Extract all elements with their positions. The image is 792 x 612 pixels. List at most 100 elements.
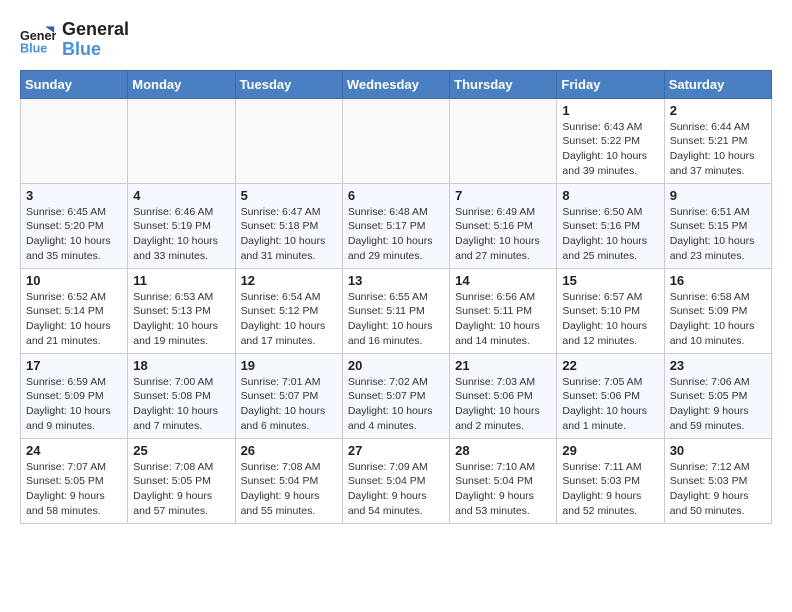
day-info: Sunrise: 7:00 AMSunset: 5:08 PMDaylight:… bbox=[133, 375, 229, 434]
calendar-cell: 13 Sunrise: 6:55 AMSunset: 5:11 PMDayligh… bbox=[342, 268, 449, 353]
calendar-cell: 22 Sunrise: 7:05 AMSunset: 5:06 PMDayligh… bbox=[557, 353, 664, 438]
day-info: Sunrise: 6:48 AMSunset: 5:17 PMDaylight:… bbox=[348, 205, 444, 264]
calendar-cell: 8Sunrise: 6:50 AMSunset: 5:16 PMDaylight… bbox=[557, 183, 664, 268]
day-info: Sunrise: 6:54 AMSunset: 5:12 PMDaylight:… bbox=[241, 290, 337, 349]
day-number: 9 bbox=[670, 188, 766, 203]
calendar-cell: 23 Sunrise: 7:06 AMSunset: 5:05 PMDayligh… bbox=[664, 353, 771, 438]
day-info: Sunrise: 6:47 AMSunset: 5:18 PMDaylight:… bbox=[241, 205, 337, 264]
day-number: 15 bbox=[562, 273, 658, 288]
calendar-cell: 14 Sunrise: 6:56 AMSunset: 5:11 PMDayligh… bbox=[450, 268, 557, 353]
calendar-cell: 29Sunrise: 7:11 AMSunset: 5:03 PMDayligh… bbox=[557, 438, 664, 523]
day-number: 30 bbox=[670, 443, 766, 458]
calendar-cell: 17 Sunrise: 6:59 AMSunset: 5:09 PMDayligh… bbox=[21, 353, 128, 438]
weekday-header-friday: Friday bbox=[557, 70, 664, 98]
week-row-1: 1 Sunrise: 6:43 AMSunset: 5:22 PMDaylight… bbox=[21, 98, 772, 183]
day-info: Sunrise: 7:09 AMSunset: 5:04 PMDaylight:… bbox=[348, 460, 444, 519]
svg-text:Blue: Blue bbox=[20, 41, 47, 55]
week-row-3: 10 Sunrise: 6:52 AMSunset: 5:14 PMDayligh… bbox=[21, 268, 772, 353]
day-info: Sunrise: 7:12 AMSunset: 5:03 PMDaylight:… bbox=[670, 460, 766, 519]
calendar-cell: 24 Sunrise: 7:07 AMSunset: 5:05 PMDayligh… bbox=[21, 438, 128, 523]
day-number: 19 bbox=[241, 358, 337, 373]
day-number: 8 bbox=[562, 188, 658, 203]
day-number: 28 bbox=[455, 443, 551, 458]
page-header: General Blue General Blue bbox=[20, 20, 772, 60]
calendar-cell: 5 Sunrise: 6:47 AMSunset: 5:18 PMDaylight… bbox=[235, 183, 342, 268]
calendar-cell: 20 Sunrise: 7:02 AMSunset: 5:07 PMDayligh… bbox=[342, 353, 449, 438]
calendar-cell: 2 Sunrise: 6:44 AMSunset: 5:21 PMDaylight… bbox=[664, 98, 771, 183]
calendar-cell: 25 Sunrise: 7:08 AMSunset: 5:05 PMDayligh… bbox=[128, 438, 235, 523]
day-number: 24 bbox=[26, 443, 122, 458]
calendar-cell: 15 Sunrise: 6:57 AMSunset: 5:10 PMDayligh… bbox=[557, 268, 664, 353]
day-number: 12 bbox=[241, 273, 337, 288]
day-number: 14 bbox=[455, 273, 551, 288]
calendar-cell: 10 Sunrise: 6:52 AMSunset: 5:14 PMDayligh… bbox=[21, 268, 128, 353]
calendar-cell: 11 Sunrise: 6:53 AMSunset: 5:13 PMDayligh… bbox=[128, 268, 235, 353]
day-number: 10 bbox=[26, 273, 122, 288]
weekday-header-monday: Monday bbox=[128, 70, 235, 98]
day-info: Sunrise: 6:53 AMSunset: 5:13 PMDaylight:… bbox=[133, 290, 229, 349]
weekday-header-row: SundayMondayTuesdayWednesdayThursdayFrid… bbox=[21, 70, 772, 98]
calendar-cell: 28 Sunrise: 7:10 AMSunset: 5:04 PMDayligh… bbox=[450, 438, 557, 523]
day-number: 6 bbox=[348, 188, 444, 203]
day-info: Sunrise: 7:02 AMSunset: 5:07 PMDaylight:… bbox=[348, 375, 444, 434]
day-number: 16 bbox=[670, 273, 766, 288]
day-info: Sunrise: 6:44 AMSunset: 5:21 PMDaylight:… bbox=[670, 120, 766, 179]
week-row-4: 17 Sunrise: 6:59 AMSunset: 5:09 PMDayligh… bbox=[21, 353, 772, 438]
day-info: Sunrise: 7:03 AMSunset: 5:06 PMDaylight:… bbox=[455, 375, 551, 434]
day-info: Sunrise: 7:08 AMSunset: 5:05 PMDaylight:… bbox=[133, 460, 229, 519]
day-number: 27 bbox=[348, 443, 444, 458]
calendar-cell bbox=[342, 98, 449, 183]
calendar-cell: 7 Sunrise: 6:49 AMSunset: 5:16 PMDaylight… bbox=[450, 183, 557, 268]
calendar-cell bbox=[235, 98, 342, 183]
calendar-table: SundayMondayTuesdayWednesdayThursdayFrid… bbox=[20, 70, 772, 524]
day-info: Sunrise: 6:49 AMSunset: 5:16 PMDaylight:… bbox=[455, 205, 551, 264]
day-info: Sunrise: 7:06 AMSunset: 5:05 PMDaylight:… bbox=[670, 375, 766, 434]
day-info: Sunrise: 6:55 AMSunset: 5:11 PMDaylight:… bbox=[348, 290, 444, 349]
logo: General Blue General Blue bbox=[20, 20, 129, 60]
day-number: 22 bbox=[562, 358, 658, 373]
day-number: 5 bbox=[241, 188, 337, 203]
day-number: 13 bbox=[348, 273, 444, 288]
day-number: 21 bbox=[455, 358, 551, 373]
day-info: Sunrise: 7:10 AMSunset: 5:04 PMDaylight:… bbox=[455, 460, 551, 519]
calendar-cell: 19 Sunrise: 7:01 AMSunset: 5:07 PMDayligh… bbox=[235, 353, 342, 438]
day-info: Sunrise: 6:56 AMSunset: 5:11 PMDaylight:… bbox=[455, 290, 551, 349]
logo-icon: General Blue bbox=[20, 22, 56, 58]
calendar-cell bbox=[21, 98, 128, 183]
day-info: Sunrise: 6:52 AMSunset: 5:14 PMDaylight:… bbox=[26, 290, 122, 349]
weekday-header-tuesday: Tuesday bbox=[235, 70, 342, 98]
weekday-header-wednesday: Wednesday bbox=[342, 70, 449, 98]
calendar-cell: 18Sunrise: 7:00 AMSunset: 5:08 PMDayligh… bbox=[128, 353, 235, 438]
logo-blue: Blue bbox=[62, 40, 129, 60]
day-info: Sunrise: 6:43 AMSunset: 5:22 PMDaylight:… bbox=[562, 120, 658, 179]
day-number: 20 bbox=[348, 358, 444, 373]
day-info: Sunrise: 6:57 AMSunset: 5:10 PMDaylight:… bbox=[562, 290, 658, 349]
day-number: 7 bbox=[455, 188, 551, 203]
day-number: 3 bbox=[26, 188, 122, 203]
day-number: 25 bbox=[133, 443, 229, 458]
day-number: 26 bbox=[241, 443, 337, 458]
day-info: Sunrise: 7:07 AMSunset: 5:05 PMDaylight:… bbox=[26, 460, 122, 519]
day-number: 2 bbox=[670, 103, 766, 118]
calendar-cell: 21 Sunrise: 7:03 AMSunset: 5:06 PMDayligh… bbox=[450, 353, 557, 438]
day-info: Sunrise: 6:46 AMSunset: 5:19 PMDaylight:… bbox=[133, 205, 229, 264]
day-number: 17 bbox=[26, 358, 122, 373]
day-number: 23 bbox=[670, 358, 766, 373]
calendar-cell: 4 Sunrise: 6:46 AMSunset: 5:19 PMDaylight… bbox=[128, 183, 235, 268]
day-number: 11 bbox=[133, 273, 229, 288]
calendar-cell bbox=[128, 98, 235, 183]
day-info: Sunrise: 7:05 AMSunset: 5:06 PMDaylight:… bbox=[562, 375, 658, 434]
calendar-cell: 3Sunrise: 6:45 AMSunset: 5:20 PMDaylight… bbox=[21, 183, 128, 268]
weekday-header-saturday: Saturday bbox=[664, 70, 771, 98]
day-number: 29 bbox=[562, 443, 658, 458]
calendar-cell: 30 Sunrise: 7:12 AMSunset: 5:03 PMDayligh… bbox=[664, 438, 771, 523]
weekday-header-thursday: Thursday bbox=[450, 70, 557, 98]
day-info: Sunrise: 7:01 AMSunset: 5:07 PMDaylight:… bbox=[241, 375, 337, 434]
day-number: 1 bbox=[562, 103, 658, 118]
day-info: Sunrise: 6:58 AMSunset: 5:09 PMDaylight:… bbox=[670, 290, 766, 349]
calendar-cell: 9Sunrise: 6:51 AMSunset: 5:15 PMDaylight… bbox=[664, 183, 771, 268]
calendar-cell: 27 Sunrise: 7:09 AMSunset: 5:04 PMDayligh… bbox=[342, 438, 449, 523]
calendar-cell: 12 Sunrise: 6:54 AMSunset: 5:12 PMDayligh… bbox=[235, 268, 342, 353]
day-number: 4 bbox=[133, 188, 229, 203]
day-info: Sunrise: 6:59 AMSunset: 5:09 PMDaylight:… bbox=[26, 375, 122, 434]
